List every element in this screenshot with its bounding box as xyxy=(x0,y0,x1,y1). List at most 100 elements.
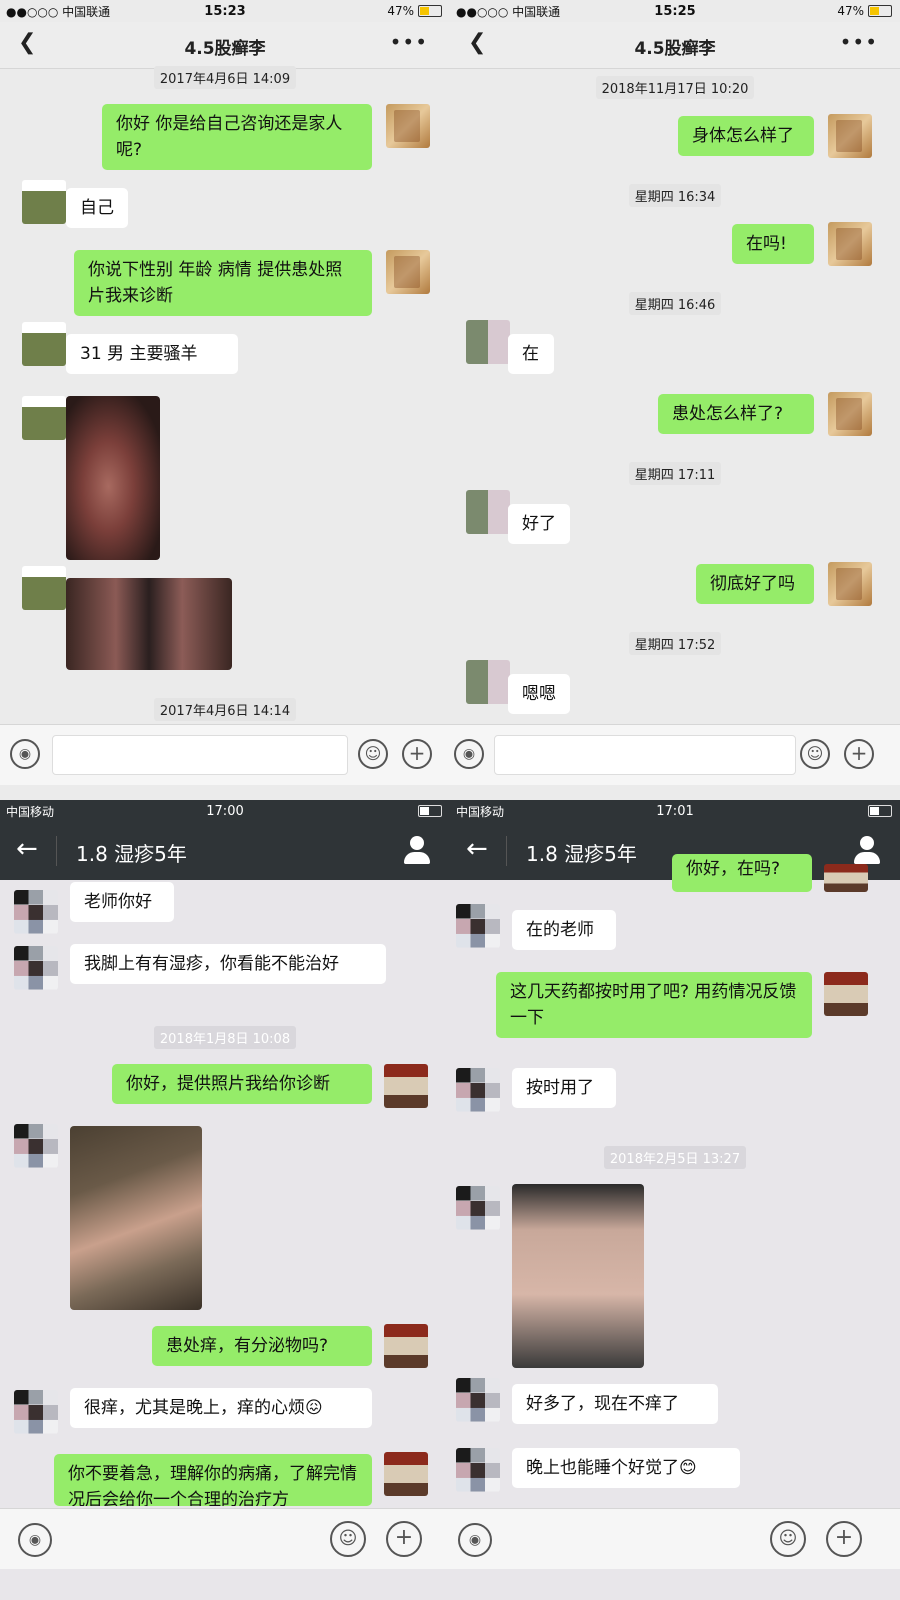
input-bar: ◉ ☺ + xyxy=(0,1508,450,1569)
clock: 17:00 xyxy=(206,803,244,819)
avatar[interactable] xyxy=(22,396,66,440)
timestamp: 星期四 17:11 xyxy=(450,462,900,485)
message-bubble[interactable]: 我脚上有有湿疹，你看能不能治好 xyxy=(70,944,386,984)
avatar[interactable] xyxy=(386,250,430,294)
message-bubble[interactable]: 按时用了 xyxy=(512,1068,616,1108)
avatar[interactable] xyxy=(384,1064,428,1108)
status-right xyxy=(418,805,442,817)
message-bubble[interactable]: 你不要着急，理解你的病痛，了解完情况后会给你一个合理的治疗方 xyxy=(54,1454,372,1506)
message-bubble[interactable]: 好多了，现在不痒了 xyxy=(512,1384,718,1424)
message-bubble[interactable]: 老师你好 xyxy=(70,882,174,922)
status-right xyxy=(868,805,892,817)
plus-icon[interactable]: + xyxy=(826,1521,862,1557)
avatar[interactable] xyxy=(466,320,510,364)
message-bubble[interactable]: 在的老师 xyxy=(512,910,616,950)
message-input[interactable] xyxy=(494,735,796,775)
message-bubble[interactable]: 患处怎么样了? xyxy=(658,394,814,434)
message-bubble[interactable]: 好了 xyxy=(508,504,570,544)
message-bubble[interactable]: 自己 xyxy=(66,188,128,228)
nav-divider xyxy=(56,836,57,866)
avatar[interactable] xyxy=(14,946,58,990)
chat-title: 4.5股癣李 xyxy=(184,39,266,59)
emoji-icon[interactable]: ☺ xyxy=(358,739,388,769)
input-bar: ◉ ☺ + xyxy=(0,724,450,785)
avatar[interactable] xyxy=(384,1452,428,1496)
status-bar: 中国移动 17:00 xyxy=(0,800,450,822)
avatar[interactable] xyxy=(22,180,66,224)
avatar[interactable] xyxy=(456,1068,500,1112)
emoji-icon[interactable]: ☺ xyxy=(800,739,830,769)
message-input[interactable] xyxy=(52,735,348,775)
voice-icon[interactable]: ◉ xyxy=(10,739,40,769)
voice-icon[interactable]: ◉ xyxy=(458,1523,492,1557)
photo-message[interactable] xyxy=(66,578,232,670)
photo-message[interactable] xyxy=(512,1184,644,1368)
nav-bar: ← 1.8 湿疹5年 xyxy=(0,822,450,880)
emoji-icon[interactable]: ☺ xyxy=(770,1521,806,1557)
input-bar: ◉ ☺ + xyxy=(450,724,900,785)
message-bubble[interactable]: 身体怎么样了 xyxy=(678,116,814,156)
avatar[interactable] xyxy=(824,972,868,1016)
avatar[interactable] xyxy=(828,392,872,436)
avatar[interactable] xyxy=(384,1324,428,1368)
avatar[interactable] xyxy=(14,1390,58,1434)
message-bubble[interactable]: 这几天药都按时用了吧? 用药情况反馈一下 xyxy=(496,972,812,1038)
avatar[interactable] xyxy=(828,114,872,158)
avatar[interactable] xyxy=(22,566,66,610)
avatar[interactable] xyxy=(456,1448,500,1492)
avatar[interactable] xyxy=(466,660,510,704)
avatar[interactable] xyxy=(828,222,872,266)
message-bubble[interactable]: 彻底好了吗 xyxy=(696,564,814,604)
message-bubble[interactable]: 你好 你是给自己咨询还是家人呢? xyxy=(102,104,372,170)
message-bubble[interactable]: 嗯嗯 xyxy=(508,674,570,714)
chat-panel-1: ●●○○○ 中国联通 15:23 47% ❮ 4.5股癣李 ••• 2017年4… xyxy=(0,0,450,800)
timestamp: 2017年4月6日 14:09 xyxy=(0,66,450,89)
status-right: 47% xyxy=(837,4,892,18)
chat-panel-3: 中国移动 17:00 ← 1.8 湿疹5年 老师你好 我脚上有有湿疹，你看能不能… xyxy=(0,800,450,1600)
clock: 15:23 xyxy=(204,3,246,19)
more-icon[interactable]: ••• xyxy=(840,30,878,54)
back-arrow-icon[interactable]: ← xyxy=(466,834,488,864)
voice-icon[interactable]: ◉ xyxy=(454,739,484,769)
emoji-icon[interactable]: ☺ xyxy=(330,1521,366,1557)
avatar[interactable] xyxy=(828,562,872,606)
more-icon[interactable]: ••• xyxy=(390,30,428,54)
battery-icon xyxy=(868,805,892,817)
avatar[interactable] xyxy=(386,104,430,148)
avatar[interactable] xyxy=(824,864,868,892)
user-profile-icon[interactable] xyxy=(854,836,880,866)
avatar[interactable] xyxy=(466,490,510,534)
message-bubble[interactable]: 很痒，尤其是晚上，痒的心烦😖 xyxy=(70,1388,372,1428)
nav-divider xyxy=(506,836,507,866)
message-bubble[interactable]: 在 xyxy=(508,334,554,374)
chat-panel-4: 中国移动 17:01 ← 1.8 湿疹5年 你好，在吗? 在的老师 这几天药都按… xyxy=(450,800,900,1600)
timestamp: 2018年11月17日 10:20 xyxy=(450,76,900,99)
avatar[interactable] xyxy=(456,904,500,948)
plus-icon[interactable]: + xyxy=(386,1521,422,1557)
avatar[interactable] xyxy=(22,322,66,366)
user-profile-icon[interactable] xyxy=(404,836,430,866)
message-bubble[interactable]: 在吗! xyxy=(732,224,814,264)
bottom-spacer xyxy=(450,785,900,800)
avatar[interactable] xyxy=(456,1378,500,1422)
plus-icon[interactable]: + xyxy=(402,739,432,769)
photo-message[interactable] xyxy=(70,1126,202,1310)
photo-message[interactable] xyxy=(66,396,160,560)
avatar[interactable] xyxy=(14,1124,58,1168)
battery-percent: 47% xyxy=(387,4,414,18)
message-bubble[interactable]: 晚上也能睡个好觉了😊 xyxy=(512,1448,740,1488)
status-bar: 中国移动 17:01 xyxy=(450,800,900,822)
message-bubble[interactable]: 你说下性别 年龄 病情 提供患处照片我来诊断 xyxy=(74,250,372,316)
battery-percent: 47% xyxy=(837,4,864,18)
timestamp: 2018年1月8日 10:08 xyxy=(0,1026,450,1049)
status-bar: ●●○○○ 中国联通 15:23 47% xyxy=(0,0,450,22)
message-bubble[interactable]: 患处痒，有分泌物吗? xyxy=(152,1326,372,1366)
avatar[interactable] xyxy=(14,890,58,934)
plus-icon[interactable]: + xyxy=(844,739,874,769)
avatar[interactable] xyxy=(456,1186,500,1230)
voice-icon[interactable]: ◉ xyxy=(18,1523,52,1557)
back-arrow-icon[interactable]: ← xyxy=(16,834,38,864)
message-bubble[interactable]: 31 男 主要骚羊 xyxy=(66,334,238,374)
message-bubble[interactable]: 你好，提供照片我给你诊断 xyxy=(112,1064,372,1104)
message-bubble[interactable]: 你好，在吗? xyxy=(672,854,812,892)
